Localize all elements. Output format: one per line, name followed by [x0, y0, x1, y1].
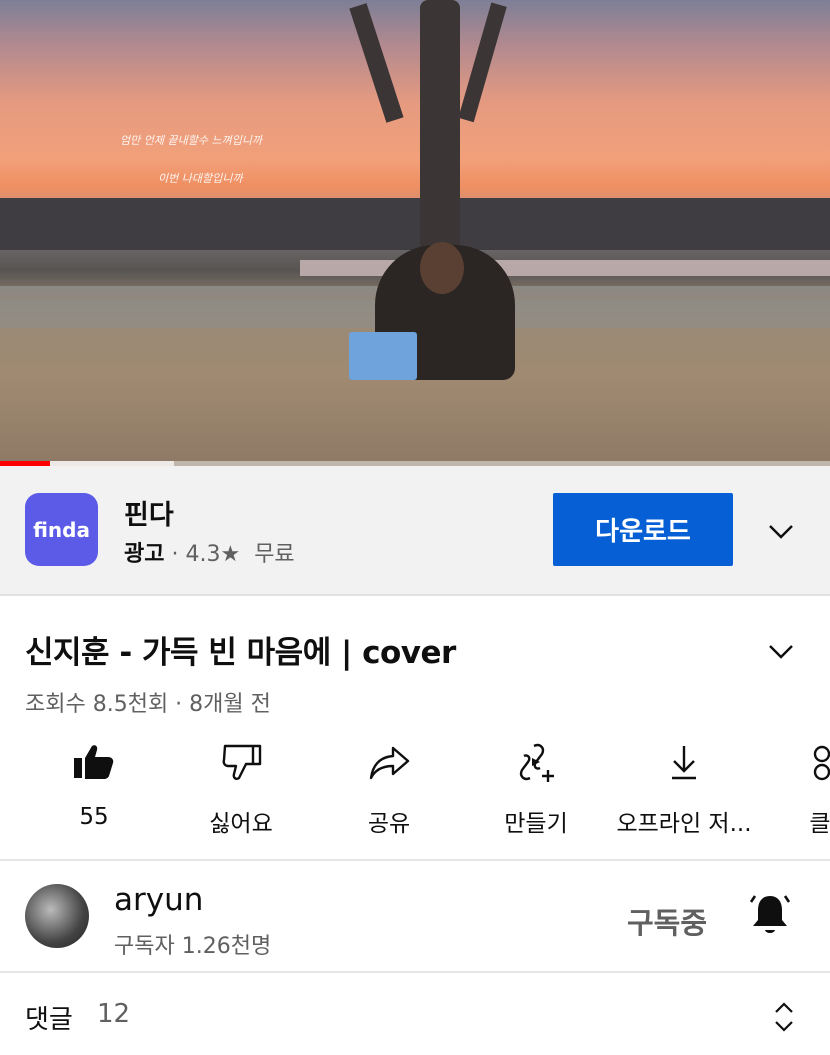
video-scene-laptop [349, 332, 417, 380]
ad-price: 무료 [254, 542, 295, 567]
video-lyric-line: 엄만 언제 끝내할수 느껴입니까 [120, 134, 263, 147]
video-lyric-line: 이번 나대할입니까 [158, 172, 243, 185]
dislike-label: 싫어요 [209, 811, 273, 837]
clip-button[interactable]: 클 [808, 740, 830, 837]
section-divider [0, 971, 830, 973]
video-scene-performer-head [420, 242, 464, 294]
download-offline-label: 오프라인 저... [616, 811, 752, 837]
dislike-button[interactable]: 싫어요 [209, 740, 273, 837]
create-button[interactable]: 만들기 [504, 740, 568, 837]
subscriber-count: 구독자 1.26천명 [114, 934, 272, 959]
clip-icon [813, 745, 830, 781]
create-label: 만들기 [504, 811, 568, 837]
ad-logo-text: finda [33, 517, 90, 542]
video-scene-tree-trunk [420, 0, 460, 250]
video-scene-branch [458, 2, 507, 123]
expand-collapse-icon[interactable] [770, 1000, 798, 1034]
share-icon [369, 746, 410, 780]
subscribed-button[interactable]: 구독중 [627, 900, 707, 942]
chevron-down-icon[interactable] [766, 516, 796, 546]
chevron-down-icon[interactable] [766, 636, 796, 666]
channel-row[interactable]: aryun 구독자 1.26천명 구독중 [0, 862, 830, 972]
ad-meta-separator: · [164, 542, 186, 567]
thumbs-up-filled-icon [74, 745, 114, 779]
comments-label: 댓글 [25, 1005, 73, 1035]
section-divider [0, 859, 830, 861]
clip-label: 클 [809, 811, 830, 837]
ad-rating: 4.3★ [185, 542, 241, 567]
share-button[interactable]: 공유 [367, 740, 411, 837]
ad-app-name[interactable]: 핀다 [124, 493, 174, 532]
ad-download-button[interactable]: 다운로드 [553, 493, 733, 566]
comments-section[interactable]: 댓글 12 [0, 974, 830, 1055]
comments-count: 12 [97, 999, 131, 1029]
ad-meta: 광고 · 4.3★ 무료 [124, 536, 295, 568]
remix-create-icon [519, 743, 554, 782]
ad-banner[interactable]: finda 핀다 광고 · 4.3★ 무료 다운로드 [0, 466, 830, 596]
ad-label: 광고 [124, 542, 165, 567]
video-scene-branch [349, 3, 404, 123]
bell-icon[interactable] [748, 892, 792, 938]
video-player[interactable]: 엄만 언제 끝내할수 느껴입니까 이번 나대할입니까 [0, 0, 830, 466]
thumbs-down-icon [222, 744, 262, 780]
ad-app-logo[interactable]: finda [25, 493, 98, 566]
download-offline-button[interactable]: 오프라인 저... [616, 740, 752, 837]
like-count: 55 [79, 804, 109, 830]
channel-name[interactable]: aryun [114, 882, 203, 918]
video-scene-treeline [0, 198, 830, 250]
action-bar: 55 싫어요 공유 만들기 오프라인 저... 클 [0, 740, 830, 850]
video-views-date: 조회수 8.5천회 · 8개월 전 [25, 692, 271, 717]
download-icon [672, 746, 696, 780]
video-title[interactable]: 신지훈 - 가득 빈 마음에 | cover [25, 627, 456, 672]
avatar[interactable] [25, 884, 89, 948]
like-button[interactable]: 55 [72, 740, 116, 830]
share-label: 공유 [367, 811, 411, 837]
video-scene-river [300, 260, 830, 276]
